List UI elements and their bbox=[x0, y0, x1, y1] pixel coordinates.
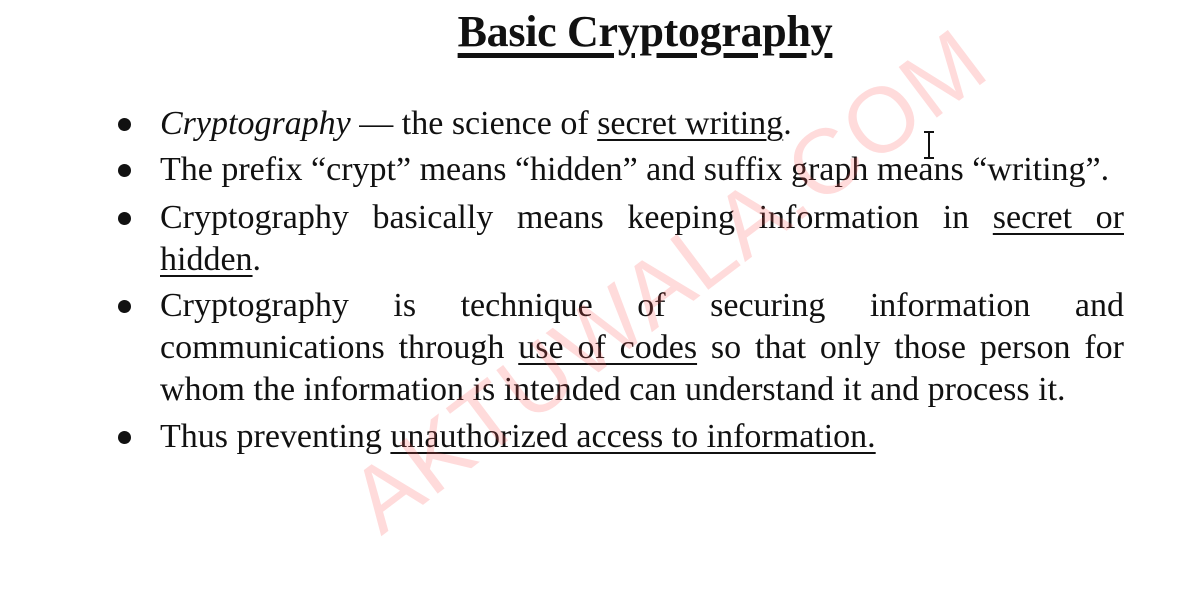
bullet-dot-icon bbox=[118, 118, 131, 131]
bullet-item: Cryptography — the science of secret wri… bbox=[118, 103, 1124, 145]
bullet-text: . bbox=[252, 241, 262, 278]
bullet-item: Thus preventing unauthorized access to i… bbox=[118, 416, 1124, 458]
bullet-text: Cryptography bbox=[160, 105, 351, 142]
bullet-item: The prefix “crypt” means “hidden” and su… bbox=[118, 149, 1124, 191]
slide-title-text: Basic Cryptography bbox=[457, 7, 833, 56]
bullet-item: Cryptography is technique of securing in… bbox=[118, 285, 1124, 411]
slide-title: Basic Cryptography bbox=[0, 4, 1200, 60]
bullet-text: — the science of bbox=[350, 105, 598, 142]
bullet-underlined-text: use of codes bbox=[518, 329, 698, 366]
bullet-text: Thus preventing bbox=[160, 418, 391, 455]
bullet-underlined-text: unauthorized access to information. bbox=[390, 418, 876, 455]
bullet-dot-icon bbox=[118, 300, 131, 313]
bullet-dot-icon bbox=[118, 164, 131, 177]
bullet-underlined-text: secret writing bbox=[597, 105, 784, 142]
bullet-list: Cryptography — the science of secret wri… bbox=[118, 103, 1124, 462]
bullet-dot-icon bbox=[118, 212, 131, 225]
bullet-text: Cryptography basically means keeping inf… bbox=[160, 199, 993, 236]
bullet-text: . bbox=[783, 105, 792, 142]
text-cursor-icon bbox=[924, 131, 934, 159]
slide: Basic Cryptography Cryptography — the sc… bbox=[0, 0, 1200, 589]
bullet-text: The prefix “crypt” means “hidden” and su… bbox=[160, 151, 1110, 188]
bullet-dot-icon bbox=[118, 431, 131, 444]
bullet-item: Cryptography basically means keeping inf… bbox=[118, 197, 1124, 281]
